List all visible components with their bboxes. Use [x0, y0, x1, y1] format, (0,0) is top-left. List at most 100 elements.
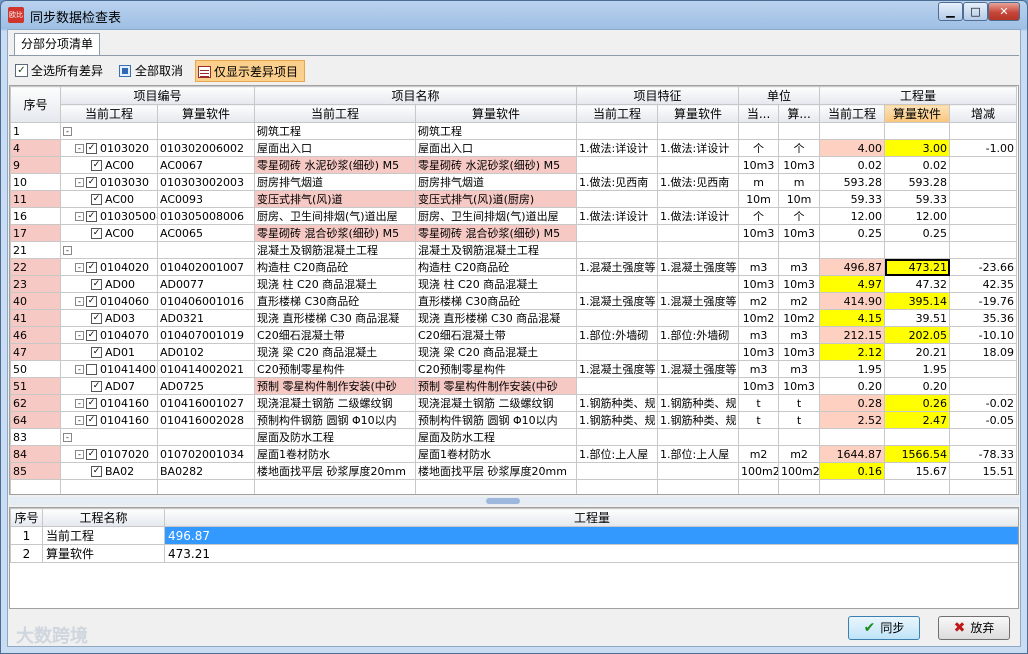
detail-grid[interactable]: 序号 工程名称 工程量 1 当前工程 496.87 2 算量软件 473.21	[9, 507, 1019, 609]
cancel-button[interactable]: ✖ 放弃	[938, 616, 1010, 640]
collapse-icon[interactable]: -	[75, 263, 84, 272]
table-row[interactable]: 23 ✓ AD00 AD0077 现浇 柱 C20 商品混凝土 现浇 柱 C20 商品混凝…	[10, 275, 1018, 293]
row-checkbox[interactable]: ✓	[86, 449, 97, 460]
cell-qty-soft: 20.21	[884, 343, 951, 361]
header-seq[interactable]: 序号	[10, 86, 61, 123]
header-name-cur[interactable]: 当前工程	[254, 104, 417, 123]
row-checkbox[interactable]: ✓	[91, 381, 102, 392]
cell-unit-cur: 10m2	[738, 309, 780, 327]
sync-button[interactable]: ✔ 同步	[848, 616, 920, 640]
header-name[interactable]: 项目名称	[254, 86, 578, 105]
row-checkbox[interactable]: ✓	[86, 398, 97, 409]
table-row[interactable]: 1- 砌筑工程 砌筑工程	[10, 122, 1018, 140]
table-row[interactable]: 4- ✓ 0103020 010302006002 屋面出入口 屋面出入口 1.做法:详设计…	[10, 139, 1018, 157]
cell-unit-soft	[778, 428, 821, 446]
header-qty-diff[interactable]: 增减	[949, 104, 1018, 123]
detail-header-seq[interactable]: 序号	[10, 508, 43, 527]
header-code-soft[interactable]: 算量软件	[156, 104, 256, 123]
table-row[interactable]: 10- ✓ 0103030 010303002003 厨房排气烟道 厨房排气烟道 1.做法:…	[10, 173, 1018, 191]
collapse-icon[interactable]: -	[75, 450, 84, 459]
cell-feat-soft: 1.做法:详设计	[657, 139, 740, 157]
row-checkbox[interactable]: ✓	[91, 466, 102, 477]
maximize-button[interactable]: □	[963, 2, 988, 21]
table-row[interactable]: 22- ✓ 0104020 010402001007 构造柱 C20商品砼 构造柱 C20…	[10, 258, 1018, 276]
collapse-icon[interactable]: -	[75, 178, 84, 187]
header-unit[interactable]: 单位	[738, 86, 821, 105]
detail-row[interactable]: 2 算量软件 473.21	[10, 544, 1018, 563]
row-checkbox[interactable]	[86, 364, 97, 375]
table-row[interactable]: 85 ✓ BA02 BA0282 楼地面找平层 砂浆厚度20mm 楼地面找平层 砂浆厚度2…	[10, 462, 1018, 480]
table-row[interactable]: 41 ✓ AD03 AD0321 现浇 直形楼梯 C30 商品混凝 现浇 直形楼梯 C30…	[10, 309, 1018, 327]
header-qty[interactable]: 工程量	[819, 86, 1018, 105]
collapse-icon[interactable]: -	[75, 416, 84, 425]
table-row[interactable]: 21- 混凝土及钢筋混凝土工程 混凝土及钢筋混凝土工程	[10, 241, 1018, 259]
header-feat-soft[interactable]: 算量软件	[657, 104, 740, 123]
header-qty-soft[interactable]: 算量软件	[884, 104, 951, 123]
row-checkbox[interactable]: ✓	[86, 177, 97, 188]
detail-header-qty[interactable]: 工程量	[164, 508, 1018, 527]
cell-qty-soft: 473.21	[884, 258, 951, 276]
cell-code-soft	[156, 241, 256, 259]
minimize-button[interactable]: ▁	[938, 2, 963, 21]
cell-unit-soft: m	[778, 173, 821, 191]
table-row[interactable]: 83- 屋面及防水工程 屋面及防水工程	[10, 428, 1018, 446]
deselect-all-button[interactable]: 全部取消	[117, 60, 183, 82]
table-row[interactable]: 47 ✓ AD01 AD0102 现浇 梁 C20 商品混凝土 现浇 梁 C20 商品混凝…	[10, 343, 1018, 361]
collapse-icon[interactable]: -	[75, 331, 84, 340]
collapse-icon[interactable]: -	[63, 246, 72, 255]
row-checkbox[interactable]: ✓	[91, 313, 102, 324]
detail-header-name[interactable]: 工程名称	[42, 508, 165, 527]
splitter[interactable]	[9, 497, 1019, 505]
detail-row[interactable]: 1 当前工程 496.87	[10, 526, 1018, 545]
close-button[interactable]: ✕	[988, 2, 1020, 21]
table-row[interactable]: 64- ✓ 0104160 010416002028 预制构件钢筋 圆钢 Φ10以内 预制…	[10, 411, 1018, 429]
table-row[interactable]: 11 ✓ AC00 AC0093 变压式排气(风)道 变压式排气(风)道(厨房) 10m 10…	[10, 190, 1018, 208]
row-checkbox[interactable]: ✓	[86, 415, 97, 426]
title-bar[interactable]: 欧比 同步数据检查表 ▁ □ ✕	[1, 1, 1027, 29]
cell-name-cur: 预制构件钢筋 圆钢 Φ10以内	[254, 411, 417, 429]
cell-code-soft: AD0725	[156, 377, 256, 395]
collapse-icon[interactable]: -	[75, 365, 84, 374]
tab-subitem-list[interactable]: 分部分项清单	[14, 33, 100, 55]
collapse-icon[interactable]: -	[75, 399, 84, 408]
row-checkbox[interactable]: ✓	[91, 194, 102, 205]
table-row[interactable]: 46- ✓ 0104070 010407001019 C20细石混凝土带 C20细石混凝土…	[10, 326, 1018, 344]
cell-code-soft: 010402001007	[156, 258, 256, 276]
table-row[interactable]: 50-0104140020010414002021C20预制零星构件C20预制零…	[10, 360, 1018, 378]
collapse-icon[interactable]: -	[75, 297, 84, 306]
row-checkbox[interactable]: ✓	[86, 330, 97, 341]
cell-unit-soft: m3	[778, 326, 821, 344]
table-row[interactable]: 9 ✓ AC00 AC0067 零星砌砖 水泥砂浆(细砂) M5 零星砌砖 水泥砂浆(细砂…	[10, 156, 1018, 174]
header-code[interactable]: 项目编号	[59, 86, 256, 105]
header-qty-cur[interactable]: 当前工程	[819, 104, 886, 123]
header-unit-soft[interactable]: 算...	[778, 104, 821, 123]
collapse-icon[interactable]: -	[63, 127, 72, 136]
table-row[interactable]: 84- ✓ 0107020 010702001034 屋面1卷材防水 屋面1卷材防水 1.部…	[10, 445, 1018, 463]
table-row[interactable]: 40- ✓ 0104060 010406001016 直形楼梯 C30商品砼 直形楼梯 C…	[10, 292, 1018, 310]
header-unit-cur[interactable]: 当...	[738, 104, 780, 123]
table-row[interactable]: 16-✓0103050080010305008006厨房、卫生间排烟(气)道出屋…	[10, 207, 1018, 225]
header-feat-cur[interactable]: 当前工程	[576, 104, 659, 123]
row-checkbox[interactable]: ✓	[91, 160, 102, 171]
diff-grid[interactable]: 序号 项目编号 项目名称 项目特征 单位 工程量 当前工程 算量软件 当前工程 …	[9, 85, 1019, 495]
cell-unit-cur: 10m	[738, 190, 780, 208]
header-feature[interactable]: 项目特征	[576, 86, 740, 105]
row-checkbox[interactable]: ✓	[91, 347, 102, 358]
select-all-button[interactable]: ✓ 全选所有差异	[13, 60, 103, 82]
table-row[interactable]: 51 ✓ AD07 AD0725 预制 零星构件制作安装(中砂 预制 零星构件制作安装(中…	[10, 377, 1018, 395]
header-name-soft[interactable]: 算量软件	[415, 104, 578, 123]
row-checkbox[interactable]: ✓	[86, 211, 97, 222]
table-row[interactable]: 17 ✓ AC00 AC0065 零星砌砖 混合砂浆(细砂) M5 零星砌砖 混合砂浆(细…	[10, 224, 1018, 242]
collapse-icon[interactable]: -	[75, 144, 84, 153]
cell-unit-soft: t	[778, 411, 821, 429]
row-checkbox[interactable]: ✓	[86, 143, 97, 154]
row-checkbox[interactable]: ✓	[86, 262, 97, 273]
collapse-icon[interactable]: -	[63, 433, 72, 442]
table-row[interactable]: 62- ✓ 0104160 010416001027 现浇混凝土钢筋 二级螺纹钢 现浇混凝…	[10, 394, 1018, 412]
row-checkbox[interactable]: ✓	[86, 296, 97, 307]
header-code-cur[interactable]: 当前工程	[60, 104, 158, 123]
collapse-icon[interactable]: -	[75, 212, 84, 221]
row-checkbox[interactable]: ✓	[91, 279, 102, 290]
show-diff-only-button[interactable]: 仅显示差异项目	[195, 60, 305, 82]
row-checkbox[interactable]: ✓	[91, 228, 102, 239]
